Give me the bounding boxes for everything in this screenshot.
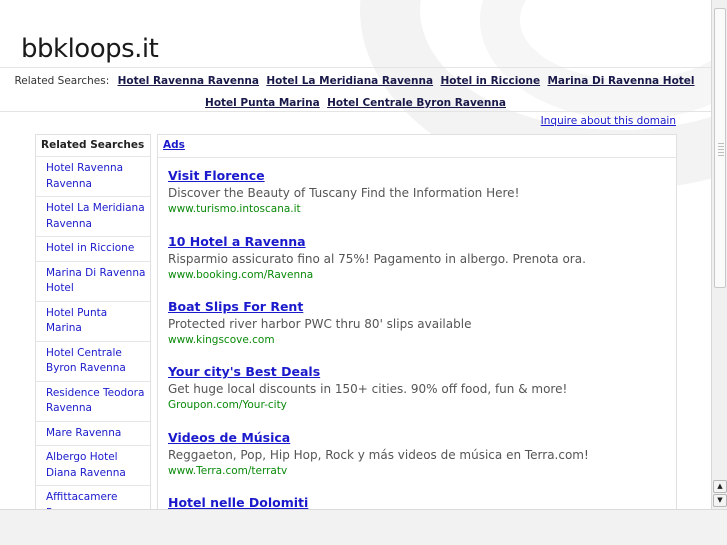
related-link[interactable]: Marina Di Ravenna Hotel — [547, 75, 694, 87]
sidebar-item[interactable]: Affittacamere Ravenna — [36, 486, 150, 509]
related-searches-label: Related Searches: — [14, 75, 110, 87]
ad-title-link[interactable]: Your city's Best Deals — [168, 364, 567, 379]
ad-url-link[interactable]: www.kingscove.com — [168, 334, 471, 346]
ad-description: Risparmio assicurato fino al 75%! Pagame… — [168, 252, 586, 266]
scrollbar-thumb[interactable] — [714, 8, 726, 288]
ad-title-link[interactable]: Videos de Música — [168, 430, 589, 445]
sidebar-item[interactable]: Albergo Hotel Diana Ravenna — [36, 446, 150, 486]
sidebar-item[interactable]: Hotel in Riccione — [36, 237, 150, 262]
ads-panel: Ads Visit Florence Discover the Beauty o… — [157, 134, 677, 509]
ad-title-link[interactable]: Visit Florence — [168, 168, 519, 183]
related-link[interactable]: Hotel Ravenna Ravenna — [118, 75, 259, 87]
related-link[interactable]: Hotel Centrale Byron Ravenna — [327, 97, 506, 109]
ad-listing: 10 Hotel a Ravenna Risparmio assicurato … — [168, 234, 586, 281]
related-link[interactable]: Hotel La Meridiana Ravenna — [266, 75, 433, 87]
ad-url-link[interactable]: www.Terra.com/terratv — [168, 465, 589, 477]
sidebar-title: Related Searches — [36, 135, 150, 157]
related-searches-sidebar: Related Searches Hotel Ravenna Ravenna H… — [35, 134, 151, 509]
related-link[interactable]: Hotel in Riccione — [440, 75, 540, 87]
ad-listing: Boat Slips For Rent Protected river harb… — [168, 299, 471, 346]
ad-listing: Videos de Música Reggaeton, Pop, Hip Hop… — [168, 430, 589, 477]
page-viewport: bbkloops.it Related Searches: Hotel Rave… — [0, 0, 711, 509]
ad-title-link[interactable]: Boat Slips For Rent — [168, 299, 471, 314]
sidebar-item[interactable]: Hotel Ravenna Ravenna — [36, 157, 150, 197]
site-title: bbkloops.it — [21, 34, 159, 64]
arrow-down-icon[interactable]: ▼ — [713, 494, 727, 507]
arrow-up-icon[interactable]: ▲ — [713, 480, 727, 493]
ad-url-link[interactable]: Groupon.com/Your-city — [168, 399, 567, 411]
ads-header-link[interactable]: Ads — [158, 135, 676, 158]
ad-title-link[interactable]: 10 Hotel a Ravenna — [168, 234, 586, 249]
ad-title-link[interactable]: Hotel nelle Dolomiti — [168, 495, 308, 509]
inquire-domain-link[interactable]: Inquire about this domain — [541, 115, 676, 127]
vertical-scrollbar[interactable]: ▲ ▼ — [711, 0, 727, 509]
sidebar-item[interactable]: Marina Di Ravenna Hotel — [36, 262, 150, 302]
status-bar — [0, 509, 727, 545]
sidebar-item[interactable]: Hotel Punta Marina — [36, 302, 150, 342]
ad-url-link[interactable]: www.booking.com/Ravenna — [168, 269, 586, 281]
ad-url-link[interactable]: www.turismo.intoscana.it — [168, 203, 519, 215]
ad-description: Discover the Beauty of Tuscany Find the … — [168, 186, 520, 200]
related-link[interactable]: Hotel Punta Marina — [205, 97, 320, 109]
ad-description: Protected river harbor PWC thru 80' slip… — [168, 317, 472, 331]
related-searches-bar: Related Searches: Hotel Ravenna Ravenna … — [0, 67, 711, 112]
ad-description: Reggaeton, Pop, Hip Hop, Rock y más vide… — [168, 448, 589, 462]
ad-listing: Your city's Best Deals Get huge local di… — [168, 364, 567, 411]
sidebar-item[interactable]: Residence Teodora Ravenna — [36, 382, 150, 422]
sidebar-item[interactable]: Mare Ravenna — [36, 422, 150, 446]
sidebar-item[interactable]: Hotel La Meridiana Ravenna — [36, 197, 150, 237]
sidebar-item[interactable]: Hotel Centrale Byron Ravenna — [36, 342, 150, 382]
ad-listing: Visit Florence Discover the Beauty of Tu… — [168, 168, 519, 215]
ad-listing: Hotel nelle Dolomiti — [168, 495, 308, 509]
ad-description: Get huge local discounts in 150+ cities.… — [168, 382, 568, 396]
